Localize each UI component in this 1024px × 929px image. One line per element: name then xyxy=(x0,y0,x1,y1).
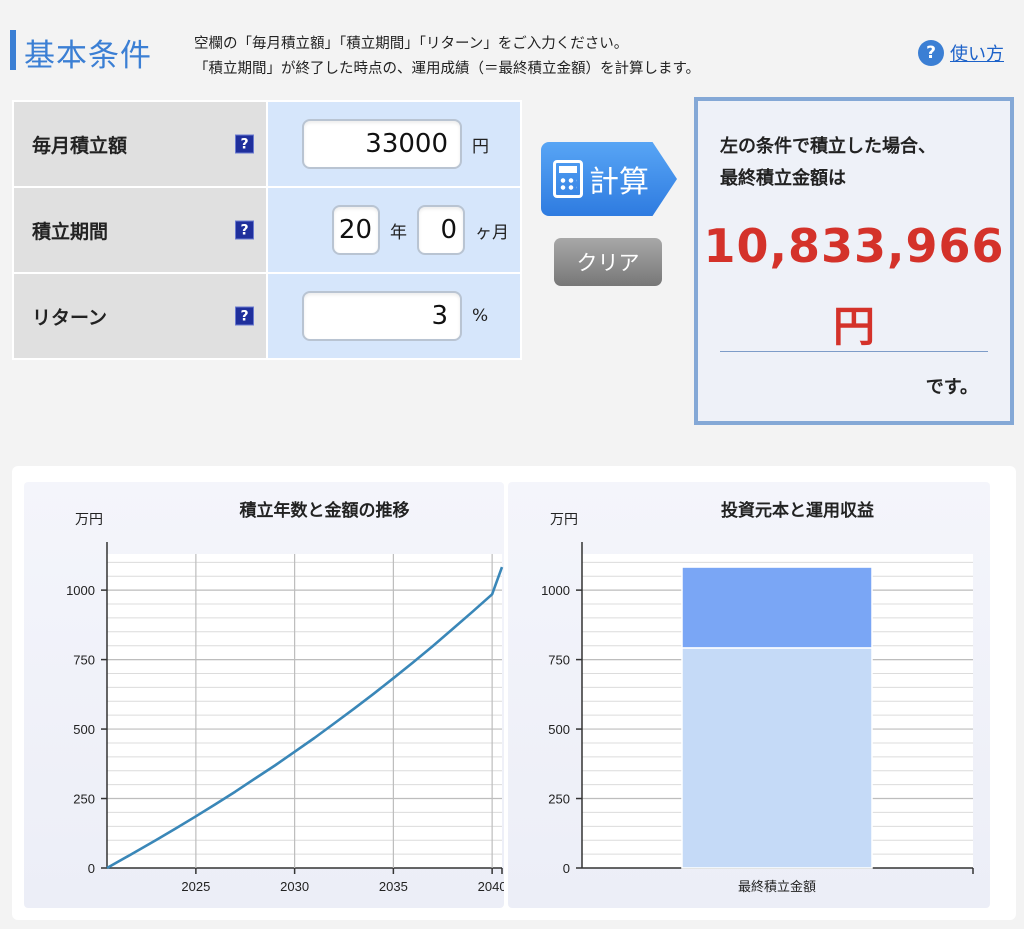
return-rate-input[interactable]: 3 xyxy=(302,291,462,341)
period-row: 積立期間 ? 20 年 0 ヶ月 xyxy=(14,188,520,274)
months-unit: ヶ月 xyxy=(475,222,509,243)
clear-button[interactable]: クリア xyxy=(554,238,662,286)
x-tick-label: 2040 xyxy=(478,879,504,894)
page-title: 基本条件 xyxy=(24,38,152,74)
growth-line-chart-svg: 0 250 750 500 1000 積立年数と金額の推移万円 2025 2030 2035 20… xyxy=(66,500,504,894)
result-caption: 左の条件で積立した場合、 最終積立金額は xyxy=(720,131,936,195)
y-tick-label: 1000 xyxy=(541,583,570,598)
y-tick-label: 500 xyxy=(548,722,570,737)
monthly-row: 毎月積立額 ? 33000 円 xyxy=(14,102,520,188)
help-label[interactable]: 使い方 xyxy=(950,40,1004,66)
return-label: リターン ? xyxy=(14,274,268,358)
calculate-button-content: 計算 xyxy=(553,142,649,216)
instructions: 空欄の「毎月積立額」「積立期間」「リターン」をご入力ください。 「積立期間」が終… xyxy=(194,32,700,82)
x-tick-label: 2025 xyxy=(181,879,210,894)
return-unit: % xyxy=(472,306,489,326)
x-tick-label: 2035 xyxy=(379,879,408,894)
chart-title: 投資元本と運用収益 xyxy=(721,500,874,521)
title-accent-bar xyxy=(10,30,16,70)
y-tick-label: 250 xyxy=(73,792,95,807)
y-tick-label: 0 xyxy=(563,861,570,876)
question-circle-icon: ? xyxy=(918,40,944,66)
return-help-icon[interactable]: ? xyxy=(235,306,254,326)
calculate-button[interactable]: 計算 xyxy=(541,142,677,216)
result-amount: 10,833,966 xyxy=(703,219,1005,273)
calculate-label: 計算 xyxy=(589,165,649,200)
monthly-label: 毎月積立額 ? xyxy=(14,102,268,186)
chart-title: 積立年数と金額の推移 xyxy=(240,500,410,521)
y-tick-label: 0 xyxy=(88,861,95,876)
return-row: リターン ? 3 % xyxy=(14,274,520,358)
y-axis-unit-label: 万円 xyxy=(550,512,578,528)
period-help-icon[interactable]: ? xyxy=(235,220,254,240)
principal-bar-segment xyxy=(681,647,873,869)
help-link[interactable]: ? 使い方 xyxy=(918,40,1004,66)
period-value-cell: 20 年 0 ヶ月 xyxy=(268,188,520,272)
y-tick-label: 500 xyxy=(73,722,95,737)
monthly-unit: 円 xyxy=(472,136,489,157)
y-axis-unit-label: 万円 xyxy=(75,512,103,528)
monthly-amount-input[interactable]: 33000 xyxy=(302,119,462,169)
charts-panel: 0 250 750 500 1000 積立年数と金額の推移万円 2025 2030 2035 20… xyxy=(12,466,1016,920)
years-unit: 年 xyxy=(390,222,407,243)
result-caption-line-2: 最終積立金額は xyxy=(720,168,846,189)
return-value-cell: 3 % xyxy=(268,274,520,358)
x-tick-label: 2030 xyxy=(280,879,309,894)
growth-line-chart: 0 250 750 500 1000 積立年数と金額の推移万円 2025 2030 2035 20… xyxy=(24,482,504,908)
calculator-icon xyxy=(553,160,583,198)
months-input[interactable]: 0 xyxy=(417,205,465,255)
y-tick-label: 750 xyxy=(548,653,570,668)
result-caption-line-1: 左の条件で積立した場合、 xyxy=(720,136,936,157)
x-category-label: 最終積立金額 xyxy=(738,879,816,895)
gain-bar-segment xyxy=(681,566,873,649)
y-tick-label: 750 xyxy=(73,653,95,668)
y-tick-label: 1000 xyxy=(66,583,95,598)
years-input[interactable]: 20 xyxy=(332,205,380,255)
result-divider xyxy=(720,351,988,352)
y-tick-label: 250 xyxy=(548,792,570,807)
result-box: 左の条件で積立した場合、 最終積立金額は 10,833,966 円 です。 xyxy=(694,97,1014,425)
period-label: 積立期間 ? xyxy=(14,188,268,272)
principal-gain-bar-chart: 0 250 500 750 1000 投資元本と運用収益万円最終積立金額 xyxy=(508,482,990,908)
monthly-value-cell: 33000 円 xyxy=(268,102,520,186)
monthly-help-icon[interactable]: ? xyxy=(235,134,254,154)
principal-gain-bar-chart-svg: 0 250 500 750 1000 投資元本と運用収益万円最終積立金額 xyxy=(541,500,974,895)
conditions-table: 毎月積立額 ? 33000 円 積立期間 ? 20 年 0 ヶ月 リターン ? … xyxy=(12,100,522,360)
instruction-line-2: 「積立期間」が終了した時点の、運用成績（＝最終積立金額）を計算します。 xyxy=(194,61,701,77)
instruction-line-1: 空欄の「毎月積立額」「積立期間」「リターン」をご入力ください。 xyxy=(194,36,629,52)
result-suffix: です。 xyxy=(925,377,978,398)
result-currency: 円 xyxy=(832,302,875,351)
plot-area xyxy=(107,554,502,868)
